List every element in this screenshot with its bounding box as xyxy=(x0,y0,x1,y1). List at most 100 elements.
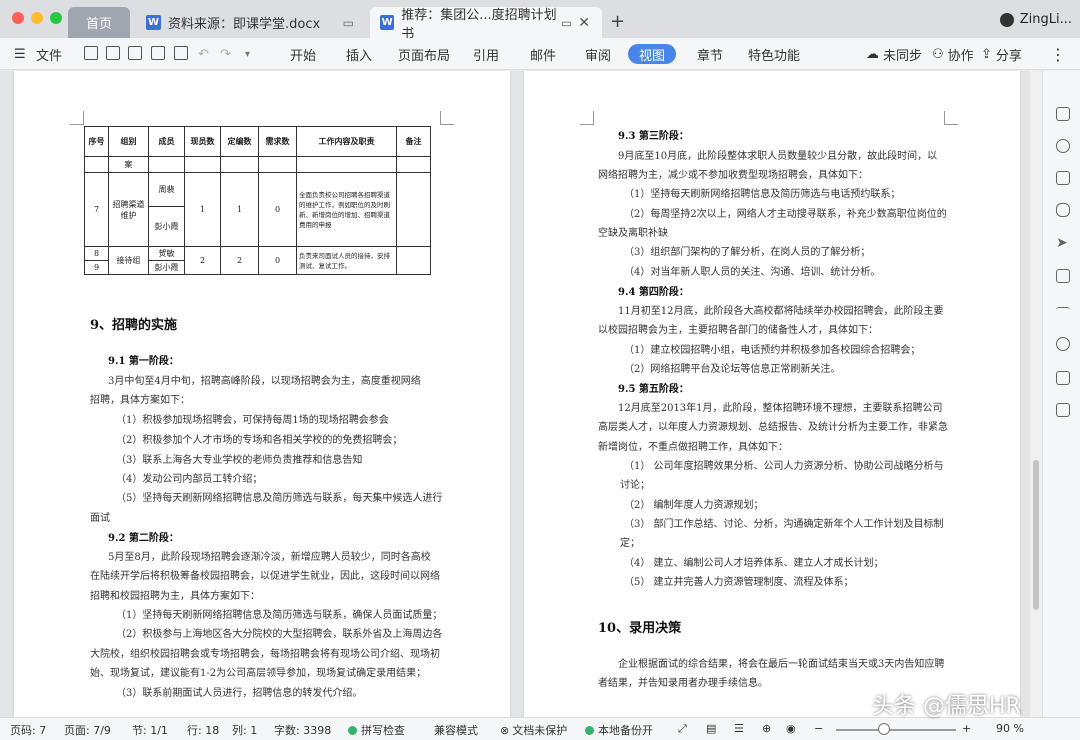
tab-doc-source[interactable]: W 资料来源：即课学堂.docx ▭ xyxy=(136,7,364,38)
print-icon[interactable] xyxy=(151,46,165,60)
menu-page-layout[interactable]: 页面布局 xyxy=(398,38,450,70)
menu-review[interactable]: 审阅 xyxy=(585,38,611,70)
eye-protect-icon[interactable]: ◉ xyxy=(786,722,796,735)
table-cell: 负责来司面试人员的接待，安排测试、复试工作。 xyxy=(296,246,397,275)
menu-view[interactable]: 视图 xyxy=(628,44,676,64)
collab-label: 协作 xyxy=(947,48,974,64)
slider-icon[interactable] xyxy=(1056,307,1070,313)
status-bar: 页码: 7 页面: 7/9 节: 1/1 行: 18 列: 1 字数: 3398… xyxy=(0,717,1080,740)
chevron-down-icon[interactable]: ▾ xyxy=(245,38,250,70)
menu-reference[interactable]: 引用 xyxy=(473,38,499,70)
list-item: （2）网络招聘平台及论坛等信息正常刷新关注。 xyxy=(624,364,841,375)
outline-view-icon[interactable]: ☰ xyxy=(734,722,744,735)
backup-label: 本地备份开 xyxy=(598,724,653,737)
check-icon xyxy=(348,726,357,735)
subsection-heading: 9.2 第二阶段： xyxy=(108,533,179,544)
scrollbar-thumb[interactable] xyxy=(1033,460,1039,610)
table-header-cell: 定编数 xyxy=(220,126,259,157)
close-window-button[interactable] xyxy=(12,12,24,24)
monitor-icon[interactable]: ▭ xyxy=(561,16,572,30)
zoom-out-icon[interactable]: − xyxy=(814,722,823,735)
subsection-heading: 9.4 第四阶段： xyxy=(618,287,689,298)
zoom-in-icon[interactable]: + xyxy=(962,722,971,735)
fill-bucket-icon[interactable] xyxy=(1056,171,1070,185)
gallery-icon[interactable] xyxy=(1056,403,1070,417)
file-menu[interactable]: 文件 xyxy=(36,38,62,70)
history-icon[interactable] xyxy=(1056,337,1070,351)
shield-icon[interactable] xyxy=(1056,203,1070,217)
maximize-window-button[interactable] xyxy=(50,12,62,24)
save-icon[interactable] xyxy=(106,46,120,60)
menu-mail[interactable]: 邮件 xyxy=(530,38,556,70)
paragraph-line: 者结果，并告知录用者办理手续信息。 xyxy=(598,678,768,689)
document-page-left: 序号 组别 成员 现员数 定编数 需求数 工作内容及职责 备注 案 7 招聘渠道… xyxy=(14,71,510,717)
table-cell: 0 xyxy=(258,246,297,275)
compat-mode[interactable]: 兼容模式 xyxy=(434,722,478,738)
status-section: 节: 1/1 xyxy=(132,724,168,737)
sync-status[interactable]: ☁ 未同步 xyxy=(866,38,922,70)
tab-home[interactable]: 首页 xyxy=(68,7,130,38)
menu-chapter[interactable]: 章节 xyxy=(697,38,723,70)
menu-insert[interactable]: 插入 xyxy=(346,38,372,70)
list-item: （5）坚持每天刷新网络招聘信息及简历筛选与联系，每天集中候选人进行 xyxy=(116,493,443,504)
backup-dot-icon xyxy=(585,726,594,735)
monitor-icon[interactable]: ▭ xyxy=(343,16,354,30)
zoom-slider[interactable] xyxy=(836,729,956,731)
more-icon[interactable]: ⋮ xyxy=(1050,38,1066,70)
fullscreen-icon[interactable]: ⤢ xyxy=(678,722,687,736)
lock-icon[interactable] xyxy=(1056,269,1070,283)
add-tab-icon[interactable]: + xyxy=(610,11,625,32)
open-folder-icon[interactable] xyxy=(84,46,98,60)
table-header-row: 序号 组别 成员 现员数 定编数 需求数 工作内容及职责 备注 xyxy=(84,126,431,157)
zoom-slider-handle[interactable] xyxy=(878,723,890,735)
close-icon[interactable]: ✕ xyxy=(578,15,590,31)
status-page-code: 页码: 7 xyxy=(10,724,47,737)
menu-start[interactable]: 开始 xyxy=(290,38,316,70)
tab-doc-plan[interactable]: W 推荐：集团公...度招聘计划书 ▭ ✕ xyxy=(370,7,602,42)
table-cell: 7 xyxy=(84,172,109,247)
list-item: （4）发动公司内部员工转介绍； xyxy=(116,474,263,485)
menu-special-features[interactable]: 特色功能 xyxy=(748,38,800,70)
minimize-window-button[interactable] xyxy=(31,12,43,24)
table-header-cell: 备注 xyxy=(396,126,431,157)
zoom-level[interactable]: 90 % xyxy=(996,722,1024,735)
document-page-right: 9.3 第三阶段： 9月底至10月底，此阶段整体求职人员数量较少且分散，故此段时… xyxy=(524,71,1020,717)
menu-hamburger-icon[interactable]: ☰ xyxy=(14,38,26,70)
shapes-icon[interactable] xyxy=(1056,139,1070,153)
page-view-icon[interactable]: ▤ xyxy=(706,722,716,735)
list-item: （1） 公司年度招聘效果分析、公司人力资源分析、协助公司战略分析与 xyxy=(624,461,944,472)
tab-home-label: 首页 xyxy=(85,17,112,32)
web-view-icon[interactable]: ⊕ xyxy=(762,722,771,735)
backup-status[interactable]: 本地备份开 xyxy=(585,722,653,738)
undo-icon[interactable]: ↶ xyxy=(198,38,209,70)
subsection-heading: 9.5 第五阶段： xyxy=(618,384,689,395)
vertical-scrollbar[interactable] xyxy=(1030,71,1042,717)
avatar xyxy=(999,12,1014,27)
edit-pen-icon[interactable] xyxy=(1056,107,1070,121)
table-header-cell: 序号 xyxy=(84,126,109,157)
share-icon: ⇪ xyxy=(981,46,992,62)
status-word-count[interactable]: 字数: 3398 xyxy=(274,722,331,738)
list-item: （2）积极参与上海地区各大分院校的大型招聘会，联系外省及上海周边各 xyxy=(116,629,443,640)
list-item: （3）联系前期面试人员进行，招聘信息的转发代介绍。 xyxy=(116,688,363,699)
list-item: 定； xyxy=(620,538,640,549)
paragraph-line: 高层类人才，以年度人力资源规划、总结报告、及统计分析为主要工作，非紧急 xyxy=(598,422,948,433)
spell-check-toggle[interactable]: 拼写检查 xyxy=(348,722,405,738)
share-label: 分享 xyxy=(995,48,1022,64)
cursor-icon[interactable]: ➤ xyxy=(1056,235,1070,251)
paragraph-line: 3月中旬至4月中旬，招聘高峰阶段，以现场招聘会为主，高度重视网络 xyxy=(108,376,421,387)
collab-button[interactable]: ⚇ 协作 xyxy=(932,38,974,70)
protect-status[interactable]: ⊗ 文档未保护 xyxy=(500,722,567,738)
status-page[interactable]: 页面: 7/9 xyxy=(64,722,111,738)
table-cell: 1 xyxy=(184,172,221,247)
right-sidebar: ➤ xyxy=(1042,71,1080,717)
image-person-icon[interactable] xyxy=(1056,371,1070,385)
share-button[interactable]: ⇪ 分享 xyxy=(981,38,1022,70)
export-pdf-icon[interactable] xyxy=(128,46,142,60)
table-header-cell: 需求数 xyxy=(258,126,297,157)
margin-mark xyxy=(70,111,84,125)
print-preview-icon[interactable] xyxy=(174,46,188,60)
redo-icon[interactable]: ↷ xyxy=(220,38,231,70)
document-workspace[interactable]: 序号 组别 成员 现员数 定编数 需求数 工作内容及职责 备注 案 7 招聘渠道… xyxy=(0,71,1030,717)
user-account[interactable]: ZingLi... xyxy=(999,12,1072,27)
